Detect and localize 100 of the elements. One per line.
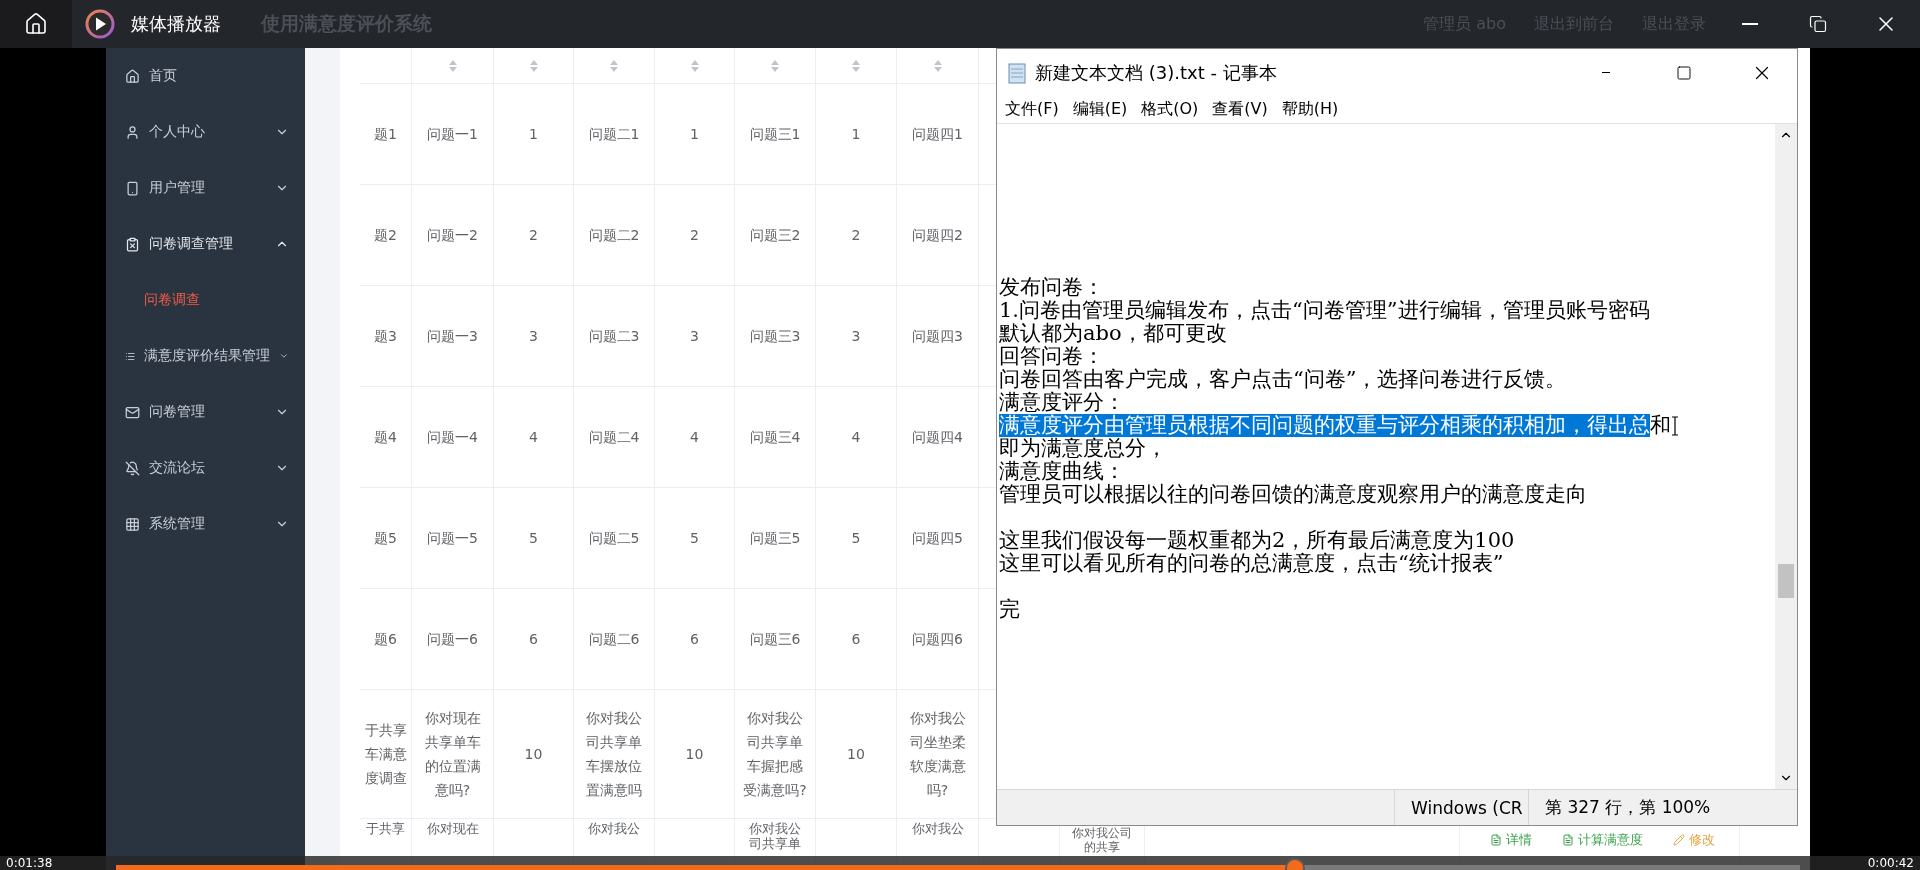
envelope-icon	[125, 404, 140, 420]
progress-track[interactable]	[116, 865, 1800, 870]
sort-icon[interactable]	[852, 59, 860, 72]
table-cell-text: 4	[529, 428, 538, 447]
sort-icon[interactable]	[529, 59, 538, 72]
text-line: 满意度曲线：	[999, 460, 1126, 483]
document-icon	[1562, 834, 1574, 846]
table-cell-text: 3	[851, 327, 861, 346]
table-cell-text: 问题四1	[912, 125, 963, 144]
table-cell-text: 问题二5	[588, 529, 640, 548]
sort-icon[interactable]	[933, 59, 942, 72]
table-cell-text: 问题一3	[427, 327, 478, 346]
restore-icon	[1809, 15, 1827, 33]
menu-item[interactable]: 格式(O)	[1141, 99, 1199, 120]
table-cell-text: 问题三5	[749, 529, 801, 548]
table-cell-text: 4	[851, 428, 861, 447]
home-button[interactable]	[0, 0, 72, 48]
scrollbar[interactable]	[1775, 124, 1797, 789]
clipboard-icon	[125, 236, 140, 252]
table-cell-text: 6	[529, 630, 538, 649]
player-title: 媒体播放器	[131, 12, 221, 36]
sidebar-item[interactable]: 系统管理	[106, 496, 305, 552]
table-cell-text: 题1	[374, 125, 397, 144]
table-cell-text: 问题四6	[912, 630, 963, 649]
table-cell-text: 10	[847, 745, 865, 764]
notepad-icon	[1007, 61, 1027, 84]
sidebar-item[interactable]: 首页	[106, 48, 305, 104]
table-cell-text: 问题二2	[588, 226, 640, 245]
table-cell-text: 你对我公司共享单车摆放位置满意吗	[585, 709, 643, 800]
sidebar-item[interactable]: 交流论坛	[106, 440, 305, 496]
text-line: 管理员可以根据以往的问卷回馈的满意度观察用户的满意度走向	[999, 483, 1588, 506]
table-cell-text: 问题四2	[912, 226, 963, 245]
menu-item[interactable]: 文件(F)	[1005, 99, 1059, 120]
table-cell-text: 问题二1	[588, 125, 640, 144]
sidebar-item[interactable]: 用户管理	[106, 160, 305, 216]
table-cell-text: 问题二3	[588, 327, 640, 346]
table-cell-text: 4	[690, 428, 699, 447]
text-line: 回答问卷：	[999, 345, 1105, 368]
sidebar-item[interactable]: 问卷调查管理	[106, 216, 305, 272]
table-cell-text: 问题一6	[427, 630, 478, 649]
sort-icon[interactable]	[448, 59, 457, 72]
sort-icon[interactable]	[690, 59, 699, 72]
table-cell-text: 题5	[374, 529, 397, 548]
table-cell-text: 1	[851, 125, 861, 144]
table-cell-text: 题2	[374, 226, 397, 245]
menu-item[interactable]: 帮助(H)	[1281, 99, 1339, 120]
menu-item[interactable]: 查看(V)	[1212, 99, 1268, 120]
table-cell-text: 问题三6	[749, 630, 801, 649]
table-cell-text: 你对我公司共享单	[748, 821, 802, 851]
home-icon	[24, 12, 48, 36]
table-cell-text: 1	[529, 125, 538, 144]
table-cell-text: 2	[690, 226, 699, 245]
maximize-icon	[1676, 64, 1692, 81]
table-cell-text: 题6	[374, 630, 397, 649]
table-cell: 于共享	[366, 821, 405, 836]
table-cell-text: 问题一1	[427, 125, 478, 144]
table-cell-text: 你对现在共享单车的位置满意吗?	[423, 709, 482, 800]
sidebar-item[interactable]: 满意度评价结果管理	[106, 328, 305, 384]
elapsed-time: 0:01:38	[6, 856, 53, 870]
table-cell-text: 5	[690, 529, 699, 548]
scroll-thumb[interactable]	[1778, 564, 1794, 598]
table-cell-text: 2	[529, 226, 538, 245]
sidebar-item[interactable]: 问卷调查	[106, 272, 305, 328]
table-cell-text: 问题三2	[749, 226, 801, 245]
text-line: 发布问卷：	[999, 276, 1105, 299]
sidebar-item[interactable]: 问卷管理	[106, 384, 305, 440]
text-line: 问卷回答由客户完成，客户点击“问卷”，选择问卷进行反馈。	[999, 368, 1568, 391]
remaining-time: 0:00:42	[1867, 856, 1914, 870]
table-cell-text: 问题二4	[588, 428, 640, 447]
table-cell-text: 问题四4	[912, 428, 963, 447]
table-cell-text: 5	[529, 529, 538, 548]
menu-item[interactable]: 编辑(E)	[1072, 99, 1128, 120]
text-cursor-icon	[1671, 415, 1679, 436]
table-cell-text: 你对我公司坐垫柔软度满意吗?	[908, 709, 967, 800]
table-cell-text: 5	[851, 529, 861, 548]
table-cell-text: 10	[524, 745, 543, 764]
table-cell: 你对我公	[911, 821, 964, 836]
table-cell-text: 题3	[374, 327, 397, 346]
sidebar-item[interactable]: 个人中心	[106, 104, 305, 160]
table-cell-text: 问题一5	[427, 529, 478, 548]
table-cell-text: 题4	[374, 428, 397, 447]
bell-off-icon	[125, 460, 140, 476]
window-title: 新建文本文档 (3).txt - 记事本	[1035, 60, 1278, 85]
play-logo-icon	[85, 9, 115, 39]
text-line: 默认都为abo，都可更改	[999, 322, 1228, 345]
text-line: 这里可以看见所有的问卷的总满意度，点击“统计报表”	[999, 552, 1505, 575]
phone-icon	[125, 180, 140, 196]
table-cell-text: 问题四5	[912, 529, 963, 548]
table-cell-text: 3	[529, 327, 538, 346]
table-cell-text: 3	[690, 327, 699, 346]
sort-icon[interactable]	[610, 59, 618, 72]
table-cell-text: 问题三1	[749, 125, 801, 144]
home-icon	[125, 68, 140, 84]
sort-icon[interactable]	[771, 59, 779, 72]
status-text: Windows (CR	[1394, 790, 1528, 825]
text-line: 这里我们假设每一题权重都为2，所有最后满意度为100	[999, 529, 1516, 552]
table-cell-text: 6	[690, 630, 699, 649]
table-cell: 你对现在	[426, 821, 479, 836]
table-cell-text: 问题二6	[588, 630, 640, 649]
text-line: 即为满意度总分，	[999, 437, 1168, 460]
